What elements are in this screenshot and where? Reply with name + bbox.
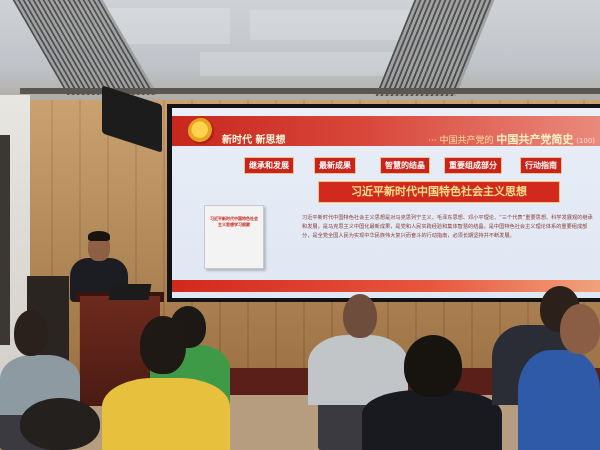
slide-tag: 最新成果 (314, 157, 356, 174)
slide-title: 习近平新时代中国特色社会主义思想 (318, 181, 560, 203)
presentation-slide: 新时代 新思想 ··· 中国共产党的 中国共产党简史 (100) 继承和发展 最… (172, 108, 600, 298)
audience-member (518, 350, 600, 450)
audience-member (102, 378, 230, 450)
audience-head (560, 304, 600, 354)
slide-header-left: 新时代 新思想 (222, 135, 286, 146)
book-cover-image: 习近平新时代中国特色社会主义思想学习纲要 (204, 205, 264, 269)
slide-tag: 重要组成部分 (444, 157, 502, 174)
laptop (108, 284, 152, 300)
audience-member (362, 390, 502, 450)
audience-head (343, 294, 377, 338)
slide-footer-band (172, 280, 600, 292)
slide-header-right: ··· 中国共产党的 中国共产党简史 (100) (428, 133, 596, 146)
slide-tag: 继承和发展 (244, 157, 294, 174)
audience-head (20, 398, 100, 450)
slide-tags: 继承和发展 最新成果 智慧的结晶 重要组成部分 行动指南 (244, 157, 584, 175)
slide-tag: 行动指南 (520, 157, 562, 174)
presenter-hair (88, 231, 110, 241)
audience-head (140, 316, 186, 374)
audience-head (14, 310, 48, 356)
party-emblem-icon (188, 118, 214, 144)
wall-frame (0, 135, 10, 345)
slide-header-band: 新时代 新思想 ··· 中国共产党的 中国共产党简史 (100) (172, 116, 600, 146)
audience-head (404, 335, 462, 397)
book-title: 习近平新时代中国特色社会主义思想学习纲要 (210, 216, 258, 227)
meeting-room-photo: 新时代 新思想 ··· 中国共产党的 中国共产党简史 (100) 继承和发展 最… (0, 0, 600, 450)
slide-body-text: 习近平新时代中国特色社会主义思想是对马克思列宁主义、毛泽东思想、邓小平理论、“三… (302, 215, 593, 239)
slide-tag: 智慧的结晶 (380, 157, 430, 174)
